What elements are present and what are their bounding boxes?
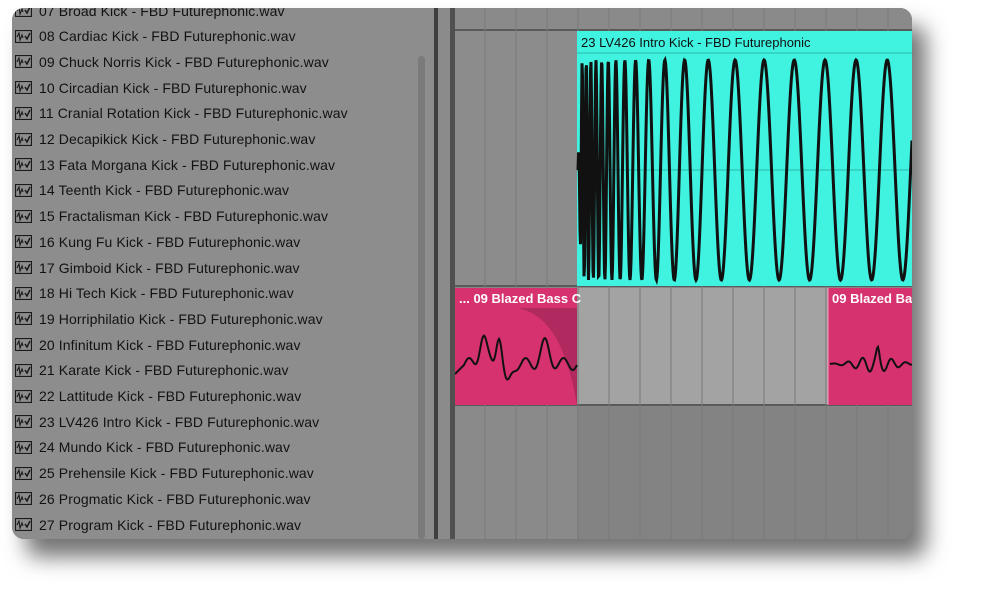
file-name: 15 Fractalisman Kick - FBD Futurephonic.… — [39, 208, 329, 225]
audio-file-icon — [15, 389, 32, 403]
audio-file-icon — [15, 466, 32, 480]
file-list-item[interactable]: 12 Decapikick Kick - FBD Futurephonic.wa… — [12, 127, 417, 152]
file-name: 19 Horriphilatio Kick - FBD Futurephonic… — [39, 310, 323, 327]
file-list-item[interactable]: 13 Fata Morgana Kick - FBD Futurephonic.… — [12, 152, 417, 177]
file-name: 20 Infinitum Kick - FBD Futurephonic.wav — [39, 336, 301, 353]
file-name: 24 Mundo Kick - FBD Futurephonic.wav — [39, 439, 291, 456]
file-name: 27 Program Kick - FBD Futurephonic.wav — [39, 516, 302, 533]
file-name: 08 Cardiac Kick - FBD Futurephonic.wav — [39, 28, 296, 45]
bass-clip-left-title: ... 09 Blazed Bass C — [459, 291, 582, 306]
file-list-item[interactable]: 11 Cranial Rotation Kick - FBD Futurepho… — [12, 101, 417, 126]
file-name: 16 Kung Fu Kick - FBD Futurephonic.wav — [39, 233, 301, 250]
file-list-item[interactable]: 07 Broad Kick - FBD Futurephonic.wav — [12, 8, 417, 23]
file-list-item[interactable]: 24 Mundo Kick - FBD Futurephonic.wav — [12, 435, 417, 460]
audio-file-icon — [15, 518, 32, 531]
file-list-item[interactable]: 23 LV426 Intro Kick - FBD Futurephonic.w… — [12, 409, 417, 434]
audio-file-icon — [15, 8, 32, 17]
bass-clip-right[interactable]: 09 Blazed Ba — [827, 288, 912, 405]
bass-clip-left[interactable]: ... 09 Blazed Bass C — [455, 288, 582, 405]
file-list-item[interactable]: 27 Program Kick - FBD Futurephonic.wav — [12, 512, 417, 537]
file-name: 21 Karate Kick - FBD Futurephonic.wav — [39, 362, 289, 379]
daw-window: 07 Broad Kick - FBD Futurephonic.wav 08 C… — [12, 8, 912, 539]
audio-file-icon — [15, 415, 32, 429]
audio-file-icon — [15, 261, 32, 274]
audio-file-icon — [15, 183, 32, 197]
file-list-item[interactable]: 09 Chuck Norris Kick - FBD Futurephonic.… — [12, 49, 417, 74]
audio-file-icon — [15, 286, 32, 300]
file-name: 18 Hi Tech Kick - FBD Futurephonic.wav — [39, 285, 294, 302]
file-list-item[interactable]: 15 Fractalisman Kick - FBD Futurephonic.… — [12, 204, 417, 229]
audio-file-icon — [15, 440, 32, 454]
file-name: 23 LV426 Intro Kick - FBD Futurephonic.w… — [39, 413, 320, 430]
file-list-item[interactable]: 10 Circadian Kick - FBD Futurephonic.wav — [12, 75, 417, 100]
file-list-item[interactable]: 20 Infinitum Kick - FBD Futurephonic.wav — [12, 332, 417, 357]
divider-bar — [434, 8, 438, 539]
browser-scrollbar[interactable] — [418, 56, 425, 539]
audio-file-icon — [15, 106, 32, 120]
file-list-item[interactable]: 17 Gimboid Kick - FBD Futurephonic.wav — [12, 255, 417, 280]
file-list-item[interactable]: 21 Karate Kick - FBD Futurephonic.wav — [12, 358, 417, 383]
audio-file-icon — [15, 55, 32, 69]
file-name: 26 Progmatic Kick - FBD Futurephonic.wav — [39, 490, 311, 507]
arrangement-view[interactable]: 23 LV426 Intro Kick - FBD Futurephonic .… — [455, 8, 912, 539]
file-name: 13 Fata Morgana Kick - FBD Futurephonic.… — [39, 156, 336, 173]
kick-clip-title: 23 LV426 Intro Kick - FBD Futurephonic — [581, 35, 811, 50]
bass-clip-right-title: 09 Blazed Ba — [832, 291, 912, 306]
file-name: 11 Cranial Rotation Kick - FBD Futurepho… — [39, 105, 348, 122]
audio-file-icon — [15, 338, 32, 352]
file-name: 22 Lattitude Kick - FBD Futurephonic.wav — [39, 388, 302, 404]
audio-file-icon — [15, 29, 32, 43]
audio-file-icon — [15, 158, 32, 172]
audio-file-icon — [15, 492, 32, 506]
arrangement-canvas: 23 LV426 Intro Kick - FBD Futurephonic .… — [455, 8, 912, 539]
file-list-item[interactable]: 08 Cardiac Kick - FBD Futurephonic.wav — [12, 24, 417, 49]
file-name: 09 Chuck Norris Kick - FBD Futurephonic.… — [39, 53, 329, 70]
file-name: 10 Circadian Kick - FBD Futurephonic.wav — [39, 79, 307, 96]
file-list-item[interactable]: 18 Hi Tech Kick - FBD Futurephonic.wav — [12, 281, 417, 306]
audio-file-icon — [15, 209, 32, 223]
file-name: 17 Gimboid Kick - FBD Futurephonic.wav — [39, 259, 300, 276]
file-list-item[interactable]: 22 Lattitude Kick - FBD Futurephonic.wav — [12, 384, 417, 409]
file-name: 25 Prehensile Kick - FBD Futurephonic.wa… — [39, 465, 314, 482]
kick-clip[interactable]: 23 LV426 Intro Kick - FBD Futurephonic — [576, 31, 912, 286]
file-list: 07 Broad Kick - FBD Futurephonic.wav 08 C… — [12, 8, 417, 539]
audio-file-icon — [15, 132, 32, 146]
file-list-item[interactable]: 25 Prehensile Kick - FBD Futurephonic.wa… — [12, 461, 417, 486]
file-list-item[interactable]: 26 Progmatic Kick - FBD Futurephonic.wav — [12, 486, 417, 511]
audio-file-icon — [15, 363, 32, 377]
file-list-item[interactable]: 19 Horriphilatio Kick - FBD Futurephonic… — [12, 306, 417, 331]
file-name: 07 Broad Kick - FBD Futurephonic.wav — [39, 8, 285, 19]
audio-file-icon — [15, 312, 32, 326]
audio-file-icon — [15, 81, 32, 95]
file-list-item[interactable]: 16 Kung Fu Kick - FBD Futurephonic.wav — [12, 229, 417, 254]
file-name: 14 Teenth Kick - FBD Futurephonic.wav — [39, 182, 290, 199]
audio-file-icon — [15, 235, 32, 249]
file-browser: 07 Broad Kick - FBD Futurephonic.wav 08 C… — [12, 8, 434, 539]
file-name: 12 Decapikick Kick - FBD Futurephonic.wa… — [39, 131, 316, 147]
file-list-item[interactable]: 14 Teenth Kick - FBD Futurephonic.wav — [12, 178, 417, 203]
